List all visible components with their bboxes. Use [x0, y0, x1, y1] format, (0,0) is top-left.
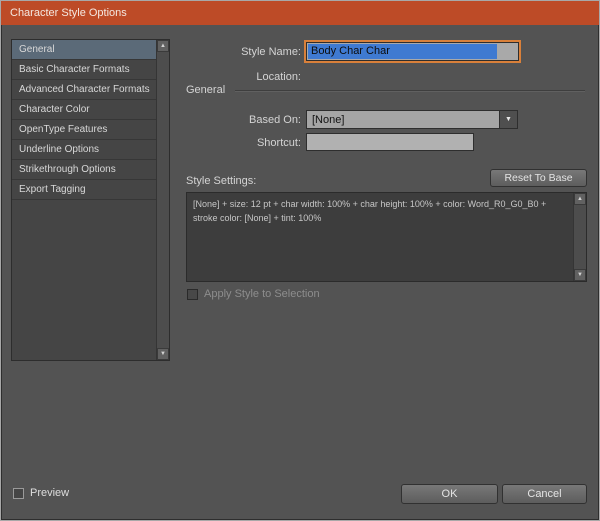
sidebar-item-underline-options[interactable]: Underline Options [12, 140, 156, 160]
style-name-input[interactable]: Body Char Char [304, 40, 521, 63]
style-name-label: Style Name: [241, 46, 301, 58]
section-title: General [186, 84, 226, 96]
sidebar-scrollbar[interactable]: ▲ ▼ [156, 40, 169, 360]
style-settings-text: [None] + size: 12 pt + char width: 100% … [193, 199, 547, 224]
location-label: Location: [256, 71, 301, 83]
sidebar-item-basic-character-formats[interactable]: Basic Character Formats [12, 60, 156, 80]
character-style-options-dialog: Character Style Options General Basic Ch… [0, 0, 600, 521]
scroll-up-icon: ▲ [160, 43, 166, 49]
shortcut-label: Shortcut: [256, 137, 301, 149]
general-section-header: General [186, 84, 585, 96]
sidebar-item-advanced-character-formats[interactable]: Advanced Character Formats [12, 80, 156, 100]
preview-label: Preview [30, 487, 70, 499]
sidebar-item-general[interactable]: General [12, 40, 156, 60]
dialog-titlebar[interactable]: Character Style Options [1, 1, 599, 25]
shortcut-input[interactable] [306, 133, 474, 151]
ok-button[interactable]: OK [401, 484, 498, 504]
chevron-down-icon: ▼ [499, 111, 517, 128]
sidebar-nav: General Basic Character Formats Advanced… [11, 39, 170, 361]
style-settings-box: [None] + size: 12 pt + char width: 100% … [186, 192, 587, 282]
preview-option[interactable]: Preview [13, 487, 69, 499]
apply-style-to-selection-option[interactable]: Apply Style to Selection [187, 288, 320, 300]
sidebar-scroll-up-button[interactable]: ▲ [157, 40, 169, 52]
sidebar-item-opentype-features[interactable]: OpenType Features [12, 120, 156, 140]
based-on-dropdown[interactable]: [None] ▼ [306, 110, 518, 129]
settings-scroll-up-button[interactable]: ▲ [574, 193, 586, 205]
sidebar-item-strikethrough-options[interactable]: Strikethrough Options [12, 160, 156, 180]
sidebar-item-character-color[interactable]: Character Color [12, 100, 156, 120]
preview-checkbox[interactable] [13, 487, 24, 499]
based-on-value: [None] [312, 113, 345, 126]
style-settings-label: Style Settings: [186, 175, 257, 187]
sidebar-scroll-track[interactable] [157, 52, 169, 348]
reset-to-base-button[interactable]: Reset To Base [490, 169, 587, 187]
apply-style-label: Apply Style to Selection [204, 288, 320, 300]
sidebar-scroll-down-button[interactable]: ▼ [157, 348, 169, 360]
settings-scroll-down-button[interactable]: ▼ [574, 269, 586, 281]
section-divider [235, 89, 585, 91]
sidebar-list: General Basic Character Formats Advanced… [12, 40, 156, 360]
scroll-down-icon: ▼ [577, 272, 583, 278]
cancel-button[interactable]: Cancel [502, 484, 587, 504]
apply-style-checkbox[interactable] [187, 288, 198, 300]
dropdown-arrow-glyph: ▼ [505, 116, 512, 123]
scroll-up-icon: ▲ [577, 196, 583, 202]
style-name-value: Body Char Char [308, 44, 497, 59]
settings-scrollbar[interactable]: ▲ ▼ [573, 193, 586, 281]
scroll-down-icon: ▼ [160, 351, 166, 357]
settings-scroll-track[interactable] [574, 205, 586, 269]
sidebar-item-export-tagging[interactable]: Export Tagging [12, 180, 156, 200]
dialog-title: Character Style Options [10, 7, 127, 19]
based-on-label: Based On: [249, 114, 301, 126]
